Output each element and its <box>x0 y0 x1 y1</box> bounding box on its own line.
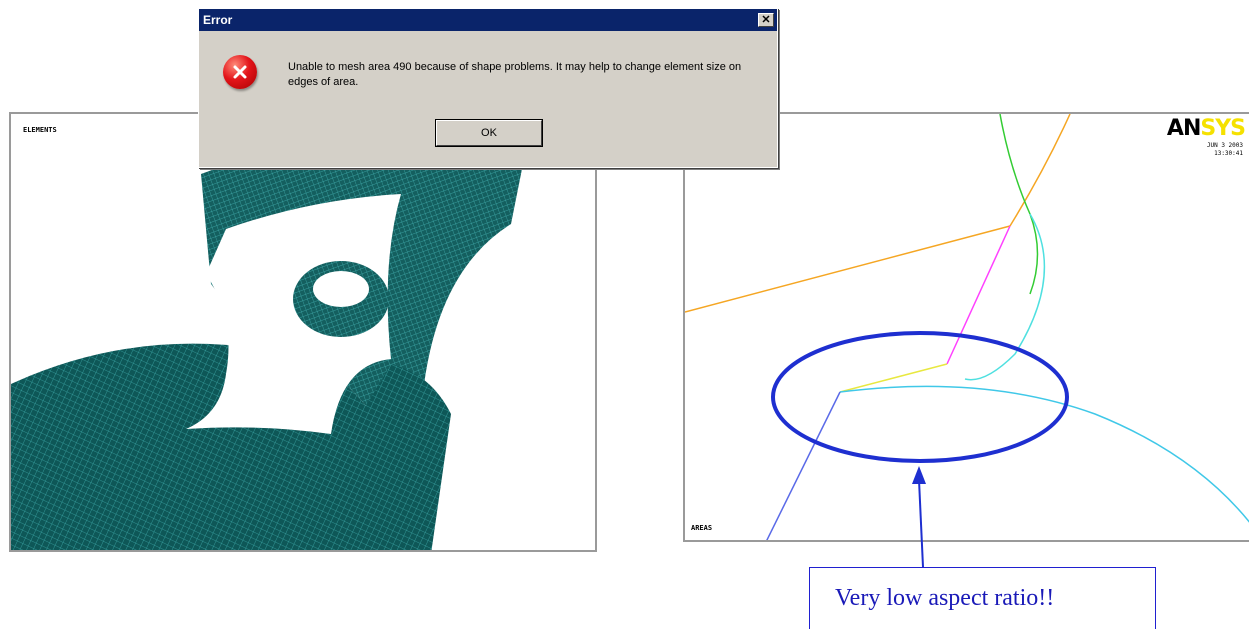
mesh-hole-inner <box>313 271 369 307</box>
line-green <box>999 114 1039 295</box>
geometry-lines <box>685 114 1249 540</box>
close-icon: ✕ <box>761 13 771 26</box>
line-orange-2 <box>1009 114 1071 227</box>
error-message: Unable to mesh area 490 because of shape… <box>288 61 742 88</box>
geometry-viewport: ANSYS JUN 3 2003 13:30:41 AREAS <box>683 112 1249 542</box>
callout-box: Very low aspect ratio!! <box>809 567 1156 629</box>
mesh-right-lug <box>361 364 451 550</box>
dialog-titlebar[interactable]: Error ✕ <box>199 9 777 31</box>
ok-button[interactable]: OK <box>436 120 542 146</box>
close-button[interactable]: ✕ <box>758 13 774 27</box>
mesh-graphic <box>11 124 531 550</box>
x-glyph-icon <box>233 65 247 79</box>
highlight-ellipse <box>771 331 1069 463</box>
mesh-viewport: ELEMENTS <box>9 112 597 552</box>
viewport-label: ELEMENTS <box>23 126 57 134</box>
dialog-title: Error <box>203 13 233 27</box>
error-dialog: Error ✕ Unable to mesh area 490 because … <box>198 8 778 168</box>
ok-button-label: OK <box>481 127 497 139</box>
line-orange-1 <box>685 225 1011 313</box>
callout-text: Very low aspect ratio!! <box>835 585 1055 611</box>
error-icon <box>223 55 257 89</box>
viewport-label: AREAS <box>691 524 713 532</box>
line-cyan-2 <box>839 385 1249 523</box>
